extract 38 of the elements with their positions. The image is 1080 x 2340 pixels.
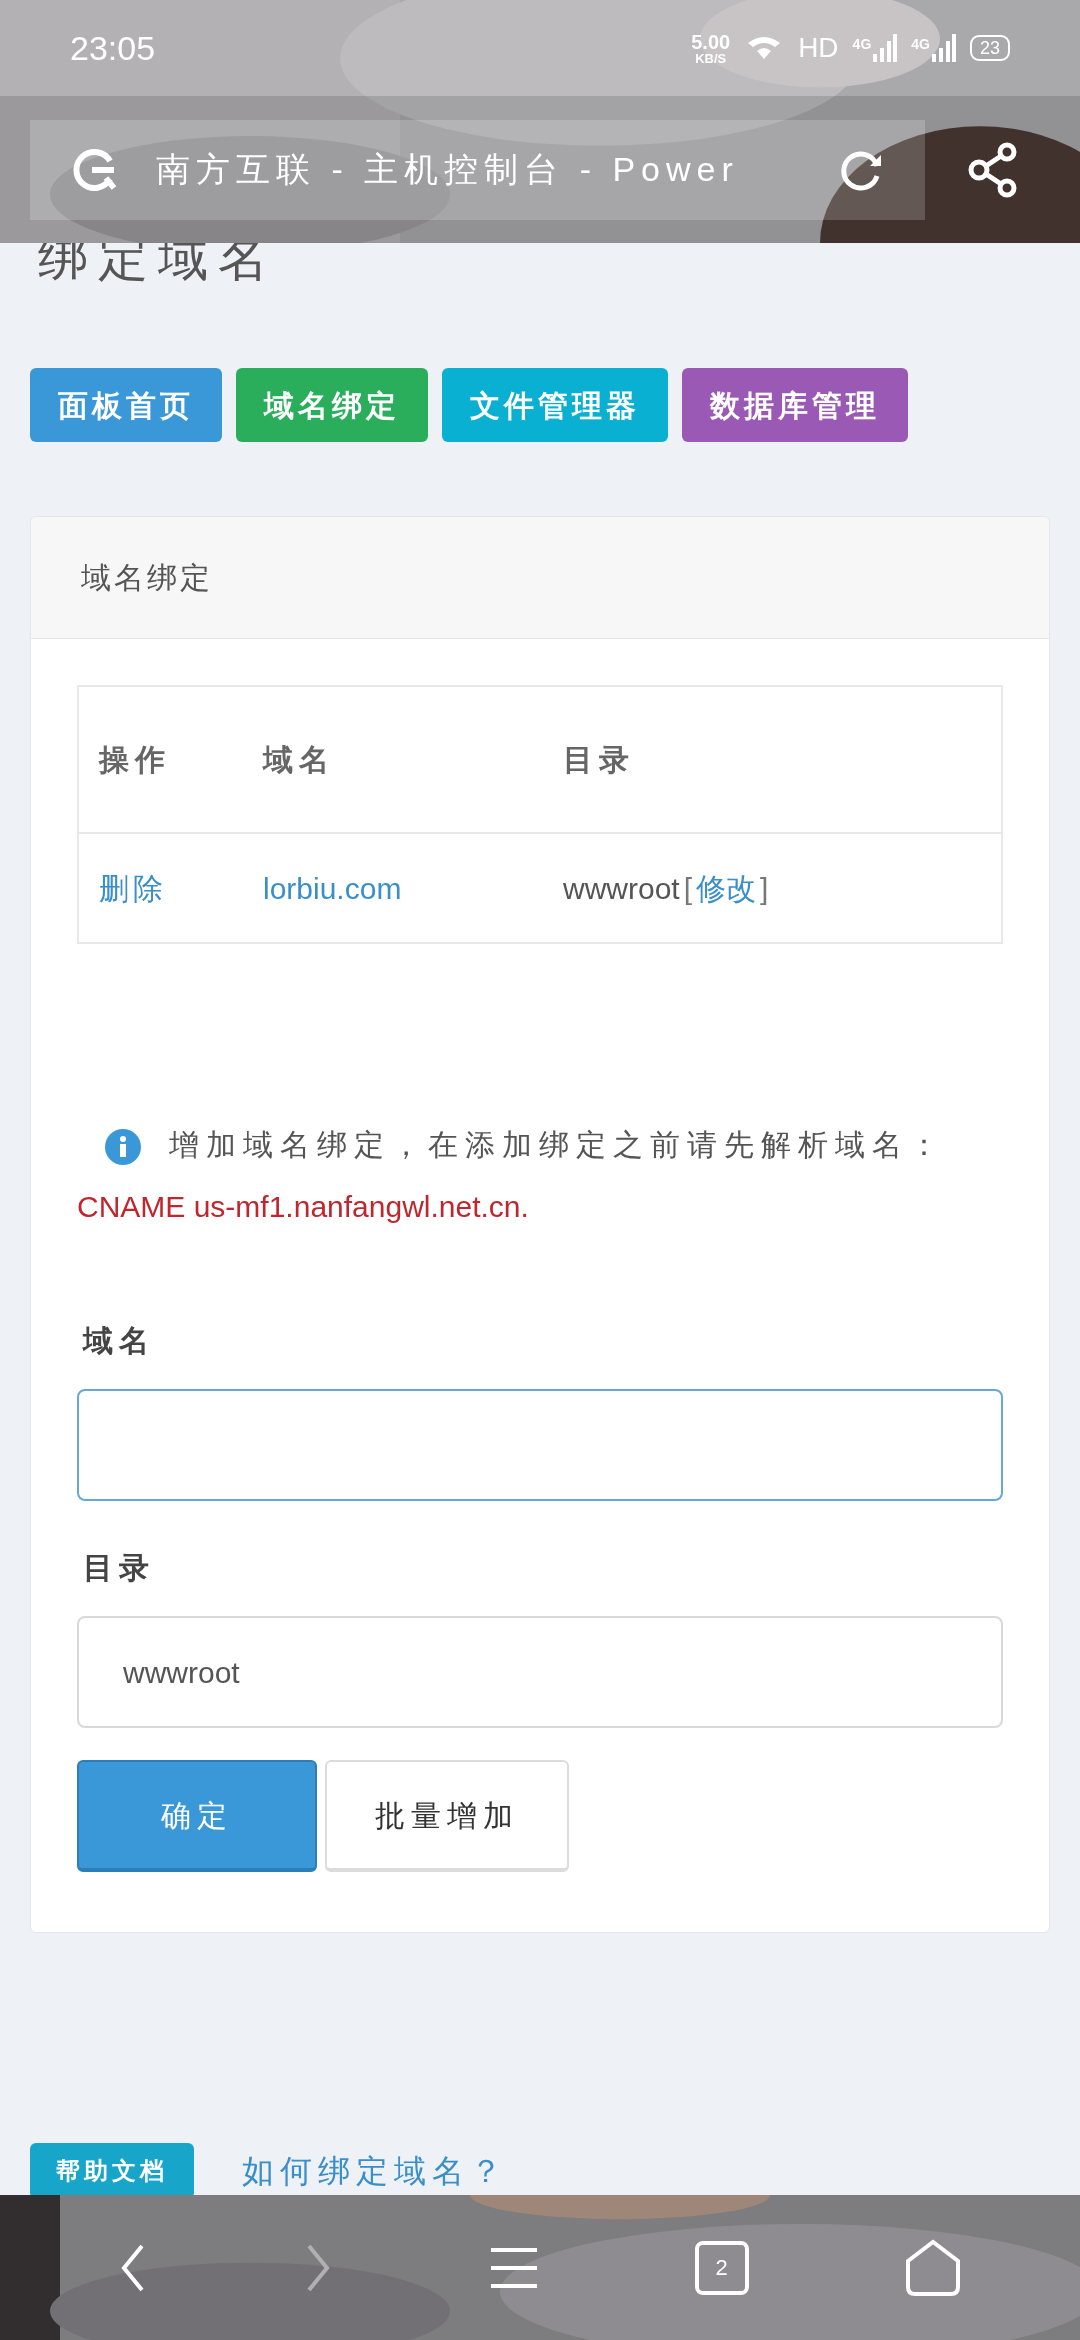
field-label: 域名 bbox=[81, 1323, 156, 1359]
speed-unit: KB/S bbox=[695, 51, 727, 65]
nav-button[interactable]: 文件管理器 bbox=[442, 368, 668, 442]
help-link[interactable]: 如何绑定域名？ bbox=[242, 2147, 508, 2195]
directory-text: wwwroot bbox=[563, 870, 680, 907]
delete-link[interactable]: 删除 bbox=[99, 871, 167, 905]
input-field[interactable]: wwwroot bbox=[77, 1616, 1003, 1728]
home-icon[interactable] bbox=[904, 2238, 963, 2297]
column-header: 目录 bbox=[563, 686, 1002, 833]
signal-icon bbox=[873, 34, 898, 62]
menu-icon[interactable] bbox=[489, 2245, 539, 2290]
bracket-text: ] bbox=[760, 870, 769, 907]
card-title: 域名绑定 bbox=[81, 560, 213, 596]
column-header: 域名 bbox=[263, 686, 563, 833]
battery-indicator: 23 bbox=[969, 35, 1010, 61]
nav-button[interactable]: 数据库管理 bbox=[682, 368, 908, 442]
signal-icon bbox=[931, 34, 956, 62]
input-field[interactable] bbox=[77, 1389, 1003, 1501]
share-icon[interactable] bbox=[967, 141, 1019, 198]
confirm-button[interactable]: 确定 bbox=[77, 1760, 317, 1872]
info-icon bbox=[105, 1129, 141, 1166]
network-speed: 5.00 bbox=[691, 31, 731, 52]
bracket-text: [ bbox=[683, 870, 693, 907]
domain-link[interactable]: lorbiu.com bbox=[263, 871, 402, 905]
address-bar[interactable]: 南方互联 - 主机控制台 - Power bbox=[30, 119, 925, 220]
network-type: 4G bbox=[852, 35, 872, 54]
clock: 23:05 bbox=[70, 27, 156, 69]
nav-button[interactable]: 域名绑定 bbox=[236, 368, 428, 442]
field-label: 目录 bbox=[82, 1550, 156, 1586]
network-type: 4G bbox=[911, 35, 930, 54]
notice-text: 增加域名绑定，在添加绑定之前请先解析域名： CNAME us-mf1.nanfangwl.net.cn. bbox=[77, 1127, 947, 1225]
browser-title: 南方互联 - 主机控制台 - Power bbox=[156, 149, 739, 190]
tabs-button[interactable]: 2 bbox=[694, 2240, 749, 2295]
batch-add-button[interactable]: 批量增加 bbox=[325, 1760, 569, 1872]
nav-button[interactable]: 面板首页 bbox=[30, 368, 222, 442]
hd-label: HD bbox=[798, 31, 839, 65]
column-header: 操作 bbox=[78, 686, 263, 833]
edit-link[interactable]: 修改 bbox=[696, 865, 757, 911]
